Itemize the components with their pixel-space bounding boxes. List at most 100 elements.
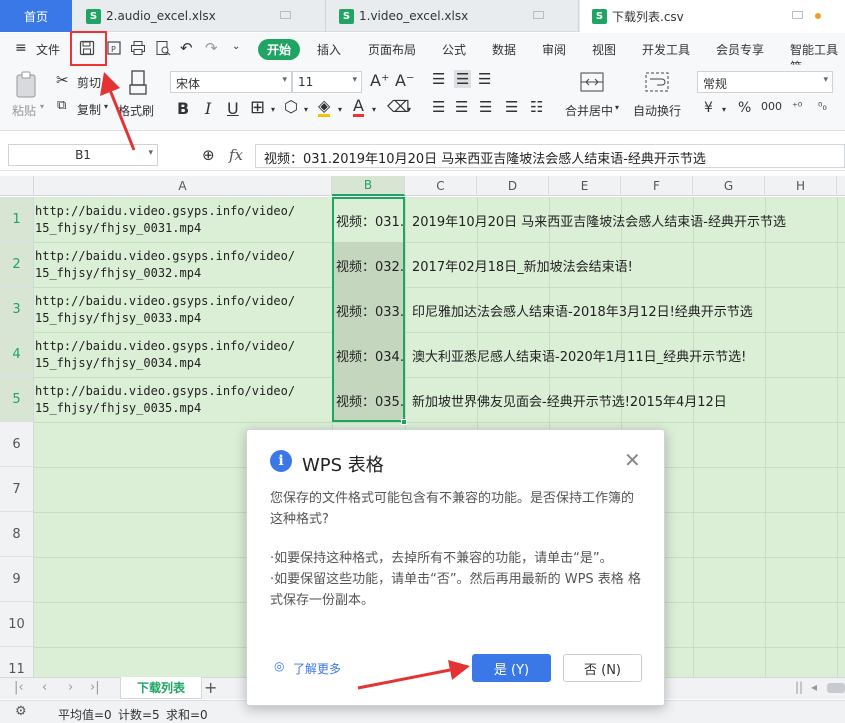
align-right-icon[interactable]: ☰ [479, 98, 492, 116]
font-size-select[interactable]: 11 ▾ [292, 71, 362, 93]
scroll-left-icon[interactable]: ◂ [811, 680, 817, 694]
align-middle-icon[interactable]: ☰ [454, 70, 472, 88]
cell-a4[interactable]: http://baidu.video.gsyps.info/video/15_f… [35, 338, 332, 372]
file-tab-download-list[interactable]: S 下载列表.csv [580, 0, 845, 32]
number-format-select[interactable]: 常规 ▾ [697, 71, 833, 93]
cell-b4[interactable]: 视频：034. [336, 346, 412, 365]
no-button[interactable]: 否 (N) [563, 654, 642, 682]
file-tab-audio[interactable]: S 2.audio_excel.xlsx [74, 0, 326, 32]
thousand-separator-button[interactable]: 000 [761, 100, 782, 113]
format-painter-label[interactable]: 格式刷 [118, 102, 154, 119]
row-header[interactable]: 10 [0, 602, 33, 647]
row-header[interactable]: 1 [0, 197, 33, 242]
add-sheet-button[interactable]: + [204, 678, 217, 697]
clear-dropdown-icon[interactable]: ▾ [407, 105, 411, 114]
menu-tab-page-layout[interactable]: 页面布局 [368, 41, 416, 58]
decrease-decimal-button[interactable]: ⁰₀ [818, 100, 827, 113]
merge-center-icon[interactable] [580, 72, 604, 92]
distribute-icon[interactable]: ☷ [530, 98, 543, 116]
font-color-icon[interactable]: A [353, 97, 364, 117]
row-header[interactable]: 5 [0, 377, 33, 422]
cut-button[interactable]: 剪切 [77, 74, 101, 91]
screen-icon[interactable] [280, 11, 291, 19]
justify-icon[interactable]: ☰ [505, 98, 518, 116]
font-name-select[interactable]: 宋体 ▾ [170, 71, 292, 93]
wrap-text-button[interactable]: 自动换行 [633, 102, 681, 119]
align-left-icon[interactable]: ☰ [432, 98, 445, 116]
menu-tab-data[interactable]: 数据 [492, 41, 516, 58]
percent-button[interactable]: % [738, 100, 751, 116]
menu-tab-insert[interactable]: 插入 [317, 41, 341, 58]
cell-c4[interactable]: 澳大利亚悉尼感人结束语-2020年1月11日_经典开示节选! [412, 346, 746, 365]
font-increase-button[interactable]: A⁺ [370, 71, 389, 90]
paste-label[interactable]: 粘贴 [12, 102, 36, 119]
row-header[interactable]: 2 [0, 242, 33, 287]
fill-color-icon[interactable]: ◈ [318, 97, 331, 117]
menu-file[interactable]: 文件 [36, 41, 60, 58]
column-header-h[interactable]: H [765, 176, 837, 196]
row-header[interactable]: 6 [0, 422, 33, 467]
cell-b2[interactable]: 视频：032. [336, 256, 412, 275]
border-icon[interactable]: ⊞ [250, 97, 265, 118]
cell-c5[interactable]: 新加坡世界佛友见面会-经典开示节选!2015年4月12日 [412, 391, 727, 410]
cell-c1[interactable]: 2019年10月20日 马来西亚吉隆坡法会感人结束语-经典开示节选 [412, 211, 786, 230]
redo-icon[interactable]: ↷ [205, 39, 218, 57]
macro-icon[interactable]: ⚙ [15, 704, 27, 719]
sheet-tab[interactable]: 下载列表 [120, 677, 202, 699]
first-sheet-icon[interactable]: |‹ [14, 680, 24, 695]
copy-button[interactable]: 复制 [77, 101, 101, 118]
paste-dropdown-icon[interactable]: ▾ [40, 102, 44, 111]
formula-input[interactable]: 视频：031.2019年10月20日 马来西亚吉隆坡法会感人结束语-经典开示节选 [255, 144, 845, 168]
font-color-dropdown-icon[interactable]: ▾ [372, 105, 376, 114]
close-icon[interactable]: ✕ [624, 448, 641, 472]
menu-tab-developer[interactable]: 开发工具 [642, 41, 690, 58]
cell-c3[interactable]: 印尼雅加达法会感人结束语-2018年3月12日!经典开示节选 [412, 301, 753, 320]
row-header[interactable]: 11 [0, 647, 33, 677]
font-decrease-button[interactable]: A⁻ [395, 71, 414, 90]
merge-dropdown-icon[interactable]: ▾ [615, 103, 619, 112]
print-preview-icon[interactable] [155, 40, 171, 56]
row-header[interactable]: 3 [0, 287, 33, 332]
file-tab-video[interactable]: S 1.video_excel.xlsx [327, 0, 579, 32]
home-tab[interactable]: 首页 [0, 0, 72, 32]
increase-decimal-button[interactable]: ⁺⁰ [792, 100, 802, 113]
fx-icon[interactable]: fx [229, 146, 243, 164]
learn-more-icon[interactable]: ◎ [274, 659, 284, 673]
currency-dropdown-icon[interactable]: ▾ [722, 105, 726, 114]
fill-handle[interactable] [401, 419, 407, 425]
row-header[interactable]: 4 [0, 332, 33, 377]
cell-b1[interactable]: 视频：031. [336, 211, 412, 230]
italic-button[interactable]: I [205, 99, 211, 118]
hamburger-icon[interactable]: ≡ [15, 40, 27, 56]
border-dropdown-icon[interactable]: ▾ [271, 105, 275, 114]
quick-access-dropdown-icon[interactable]: ⌄ [232, 41, 240, 52]
underline-button[interactable]: U [227, 99, 239, 118]
menu-tab-review[interactable]: 审阅 [542, 41, 566, 58]
row-header[interactable]: 9 [0, 557, 33, 602]
yes-button[interactable]: 是 (Y) [472, 654, 551, 682]
export-icon[interactable]: P [106, 40, 122, 56]
screen-icon[interactable] [533, 11, 544, 19]
cell-a3[interactable]: http://baidu.video.gsyps.info/video/15_f… [35, 293, 332, 327]
bold-button[interactable]: B [177, 99, 189, 118]
select-all-corner[interactable] [0, 176, 34, 196]
paste-icon[interactable] [14, 71, 40, 99]
cell-style-icon[interactable]: ⬡ [284, 97, 298, 116]
column-header-g[interactable]: G [693, 176, 765, 196]
cell-style-dropdown-icon[interactable]: ▾ [304, 105, 308, 114]
name-box[interactable]: B1 ▾ [8, 144, 158, 166]
cell-c2[interactable]: 2017年02月18日_新加坡法会结束语! [412, 256, 633, 275]
column-header-b[interactable]: B [332, 176, 405, 196]
learn-more-link[interactable]: 了解更多 [293, 660, 341, 677]
column-header-d[interactable]: D [477, 176, 549, 196]
menu-tab-view[interactable]: 视图 [592, 41, 616, 58]
horizontal-scrollbar[interactable] [827, 683, 845, 693]
align-center-icon[interactable]: ☰ [455, 98, 468, 116]
cell-a2[interactable]: http://baidu.video.gsyps.info/video/15_f… [35, 248, 332, 282]
cell-a5[interactable]: http://baidu.video.gsyps.info/video/15_f… [35, 383, 332, 417]
menu-tab-formula[interactable]: 公式 [442, 41, 466, 58]
print-icon[interactable] [130, 40, 146, 56]
cell-b5[interactable]: 视频：035. [336, 391, 412, 410]
menu-tab-home[interactable]: 开始 [258, 39, 300, 60]
align-bottom-icon[interactable]: ☰ [478, 70, 491, 88]
